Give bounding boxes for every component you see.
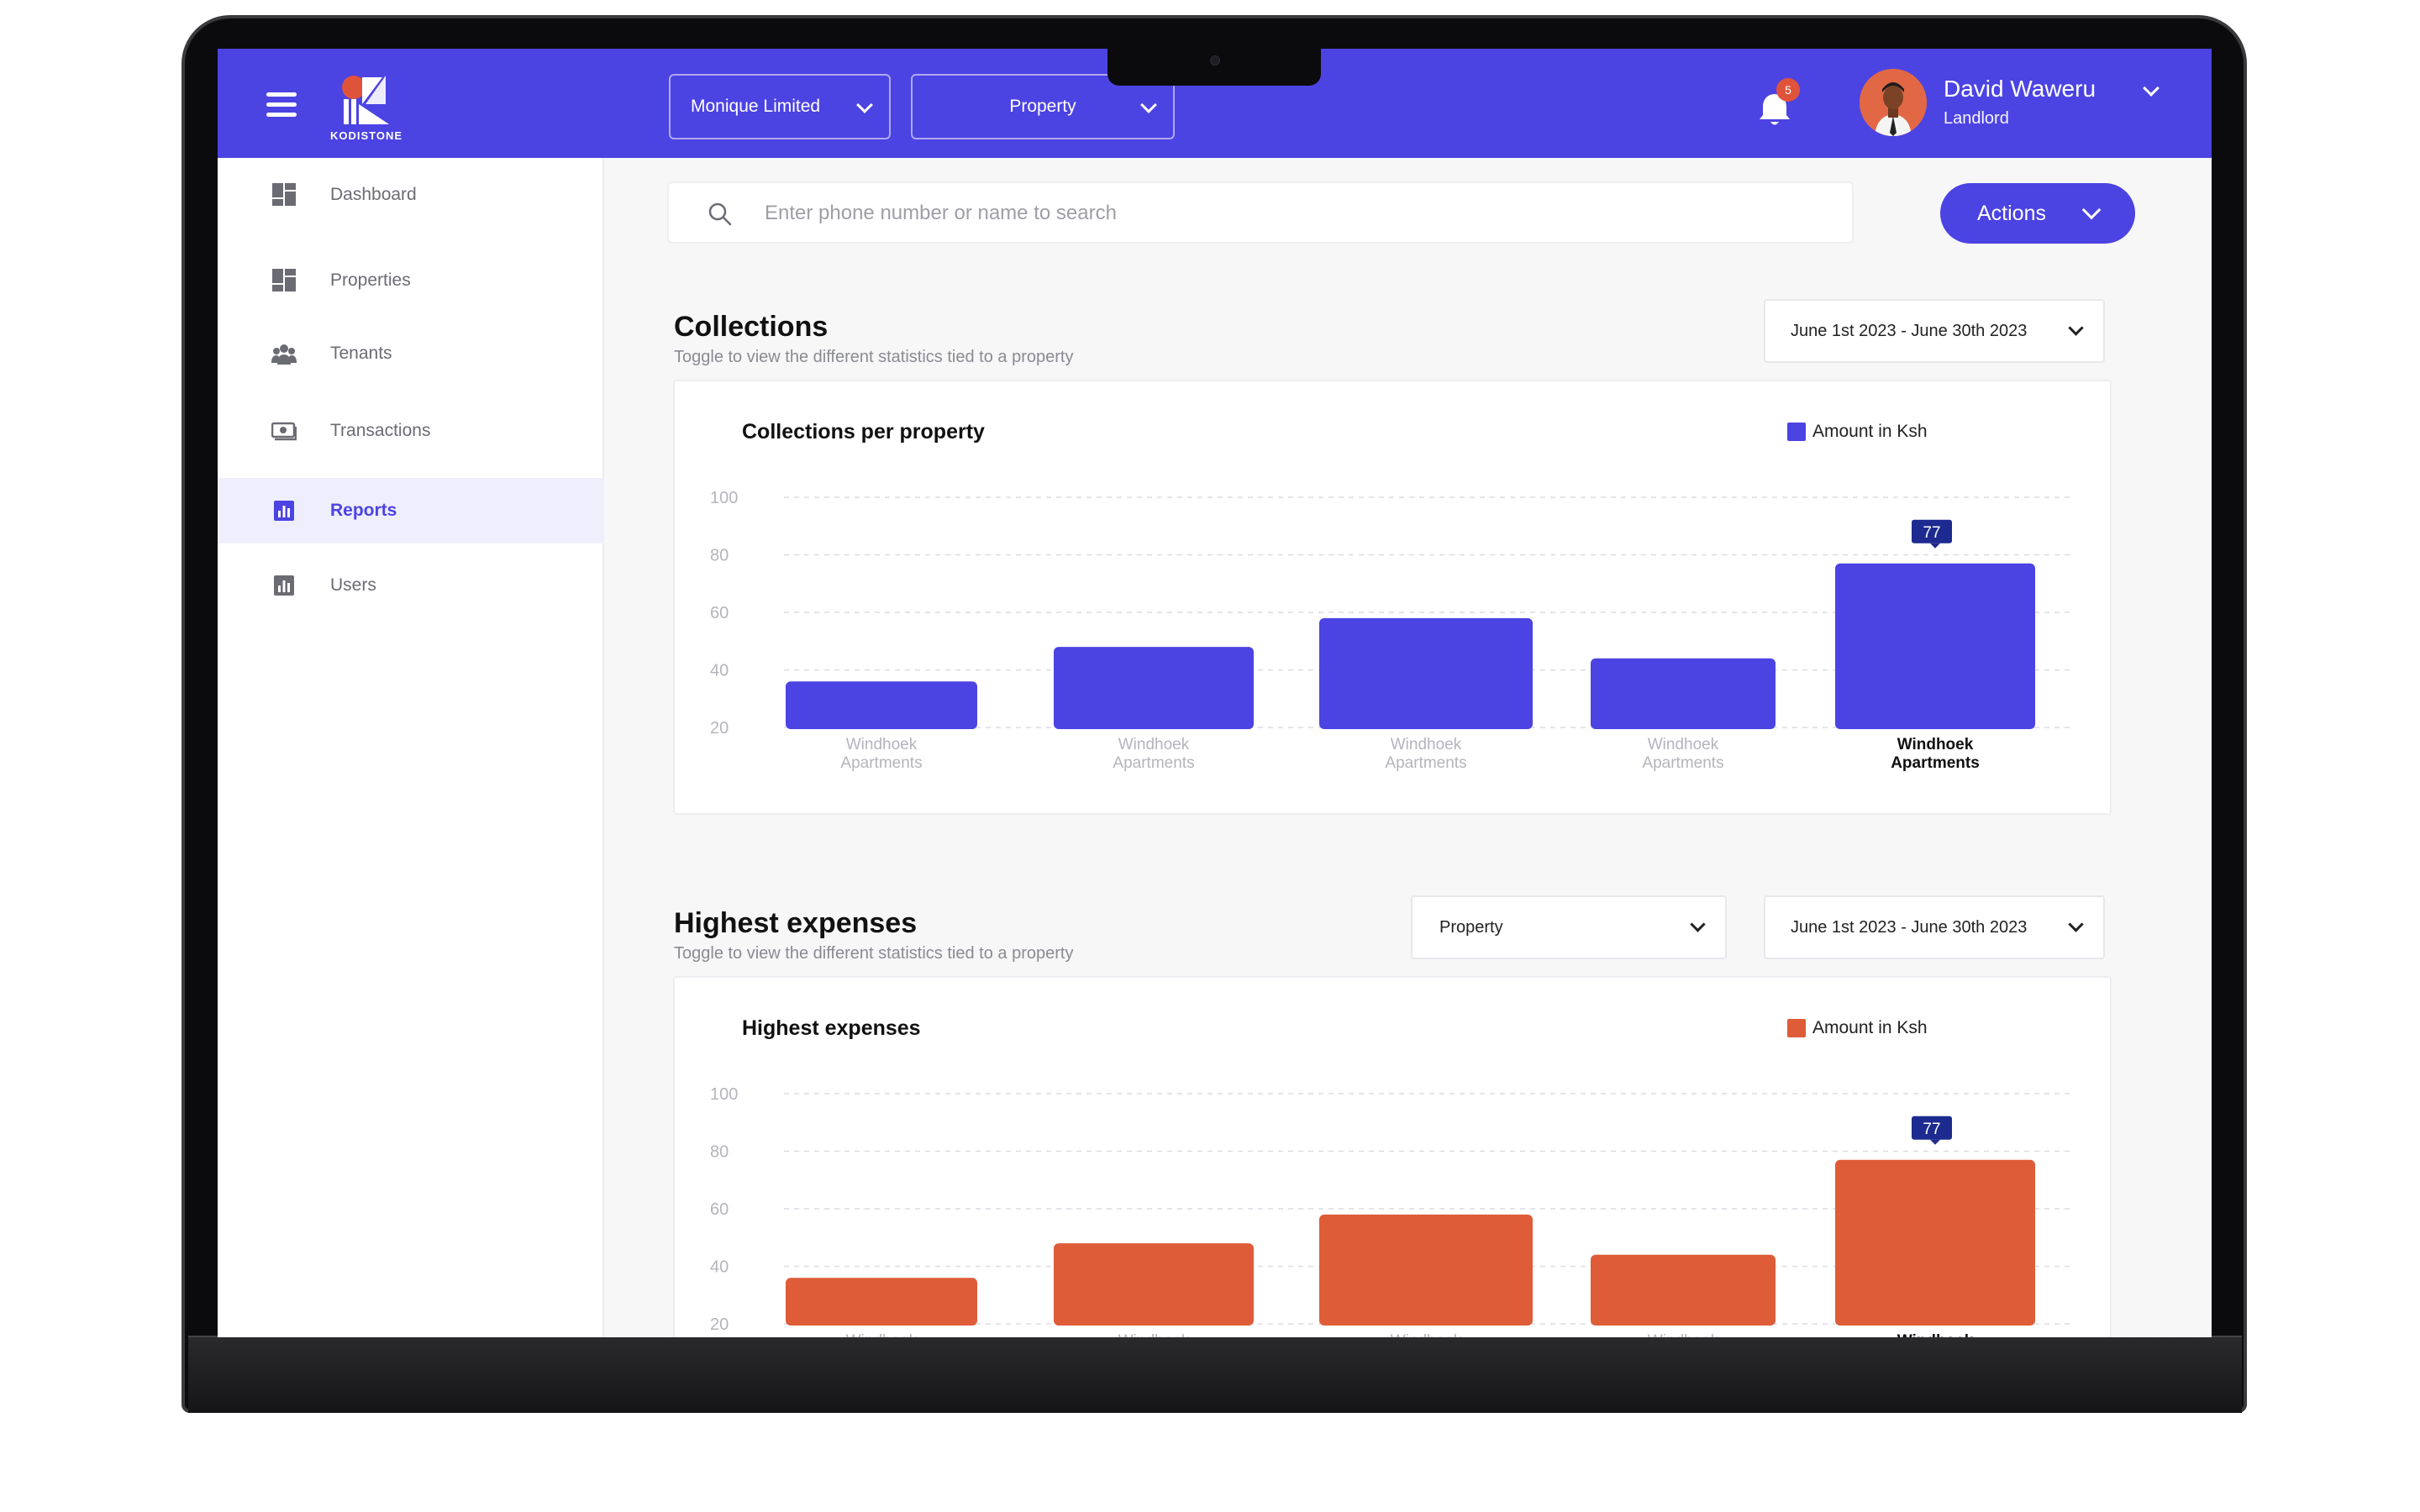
x-tick-label: Windhoek (1897, 736, 1974, 753)
dashboard-icon (272, 269, 296, 291)
y-tick-label: 20 (710, 1315, 729, 1334)
bar (1054, 1243, 1254, 1326)
avatar[interactable] (1860, 69, 1927, 136)
chevron-down-icon (2068, 916, 2084, 932)
expenses-chart-card: Highest expenses Amount in Ksh 100 80 60 40… (673, 976, 2112, 1337)
bar (1591, 658, 1776, 729)
bar (1591, 1254, 1776, 1326)
search-input[interactable] (765, 197, 1823, 230)
bar (786, 1278, 977, 1326)
y-tick-label: 80 (710, 1143, 729, 1162)
expenses-date-select[interactable]: June 1st 2023 - June 30th 2023 (1764, 895, 2105, 959)
sidebar-item-label: Properties (330, 270, 411, 290)
collections-bar-chart: 10080604020WindhoekApartmentsWindhoekApa… (710, 489, 2074, 772)
search-bar[interactable] (667, 181, 1854, 244)
x-tick-label: Windhoek (1648, 736, 1719, 753)
actions-button-label: Actions (1977, 201, 2046, 225)
notification-badge: 5 (1776, 78, 1800, 102)
sidebar-item-label: Users (330, 575, 376, 595)
x-tick-label: Windhoek (1118, 736, 1190, 753)
y-tick-label: 20 (710, 719, 729, 738)
data-label: 77 (1923, 524, 1940, 542)
sidebar-item-label: Transactions (330, 421, 431, 440)
x-tick-label: Windhoek (1391, 736, 1462, 753)
x-tick-label: Apartments (840, 754, 922, 772)
bar (1054, 647, 1254, 729)
sidebar-item-users[interactable]: Users (218, 553, 604, 618)
y-tick-label: 60 (710, 1200, 729, 1219)
data-label-pointer (1930, 1139, 1940, 1145)
chevron-down-icon[interactable] (2143, 80, 2160, 97)
camera-notch (1107, 49, 1321, 86)
company-select-label: Monique Limited (691, 97, 821, 116)
expenses-subtitle: Toggle to view the different statistics … (674, 944, 1074, 963)
x-tick-label: Windhoek (1648, 1332, 1719, 1337)
data-label: 77 (1923, 1121, 1940, 1138)
collections-subtitle: Toggle to view the different statistics … (674, 348, 1074, 366)
sidebar-item-label: Reports (330, 501, 397, 520)
sidebar-item-transactions[interactable]: Transactions (218, 398, 604, 464)
expenses-property-select[interactable]: Property (1411, 895, 1727, 959)
sidebar-item-label: Tenants (330, 344, 392, 363)
camera-icon (1210, 55, 1220, 66)
chevron-down-icon (856, 97, 873, 113)
chevron-down-icon (2081, 200, 2102, 220)
y-tick-label: 60 (710, 604, 729, 622)
bar (1319, 617, 1533, 729)
x-tick-label: Windhoek (1897, 1332, 1974, 1337)
bar (1319, 1214, 1533, 1326)
app-screen: KODISTONE Monique Limited Property 5 Dav… (218, 49, 2212, 1337)
bar-chart-icon (274, 575, 294, 596)
company-select[interactable]: Monique Limited (669, 74, 891, 139)
users-group-icon (271, 344, 297, 365)
data-label-pointer (1930, 543, 1940, 549)
search-icon (708, 202, 732, 226)
cash-icon (271, 422, 297, 441)
property-select-label: Property (1009, 97, 1076, 116)
bar (786, 681, 977, 729)
date-range-label: June 1st 2023 - June 30th 2023 (1791, 321, 2028, 340)
expenses-bar-chart: 10080604020WindhoekApartmentsWindhoekApa… (710, 1085, 2074, 1337)
x-tick-label: Apartments (1385, 754, 1466, 772)
bar-chart-icon (274, 501, 294, 521)
x-tick-label: Apartments (1642, 754, 1723, 772)
brand-name: KODISTONE (330, 129, 403, 142)
user-name: David Waweru (1944, 76, 2096, 102)
x-tick-label: Windhoek (846, 1332, 918, 1337)
sidebar-item-reports[interactable]: Reports (218, 478, 604, 543)
chevron-down-icon (1140, 97, 1157, 113)
x-tick-label: Apartments (1891, 754, 1980, 772)
laptop-base (188, 1336, 2242, 1413)
collections-date-select[interactable]: June 1st 2023 - June 30th 2023 (1764, 299, 2105, 363)
user-role: Landlord (1944, 109, 2009, 128)
actions-button[interactable]: Actions (1940, 183, 2135, 244)
dashboard-icon (272, 183, 296, 206)
x-tick-label: Windhoek (846, 736, 918, 753)
sidebar-item-label: Dashboard (330, 185, 417, 204)
x-tick-label: Windhoek (1118, 1332, 1190, 1337)
collections-chart-card: Collections per property Amount in Ksh 1… (673, 380, 2112, 815)
sidebar-item-tenants[interactable]: Tenants (218, 321, 604, 386)
bar (1835, 1159, 2035, 1326)
y-tick-label: 100 (710, 1085, 738, 1104)
y-tick-label: 40 (710, 662, 729, 680)
y-tick-label: 80 (710, 547, 729, 565)
date-range-label: June 1st 2023 - June 30th 2023 (1791, 917, 2028, 937)
y-tick-label: 100 (710, 489, 738, 507)
x-tick-label: Apartments (1113, 754, 1194, 772)
sidebar: Dashboard Properties Tenants Transaction… (218, 158, 604, 1337)
chevron-down-icon (2068, 320, 2084, 336)
property-select-label: Property (1439, 917, 1503, 937)
menu-icon[interactable] (266, 92, 297, 118)
collections-title: Collections (674, 311, 829, 343)
chevron-down-icon (1690, 916, 1706, 932)
bar (1835, 563, 2035, 729)
expenses-title: Highest expenses (674, 907, 918, 939)
sidebar-item-dashboard[interactable]: Dashboard (218, 162, 604, 228)
sidebar-item-properties[interactable]: Properties (218, 248, 604, 313)
x-tick-label: Windhoek (1391, 1332, 1462, 1337)
y-tick-label: 40 (710, 1258, 729, 1277)
